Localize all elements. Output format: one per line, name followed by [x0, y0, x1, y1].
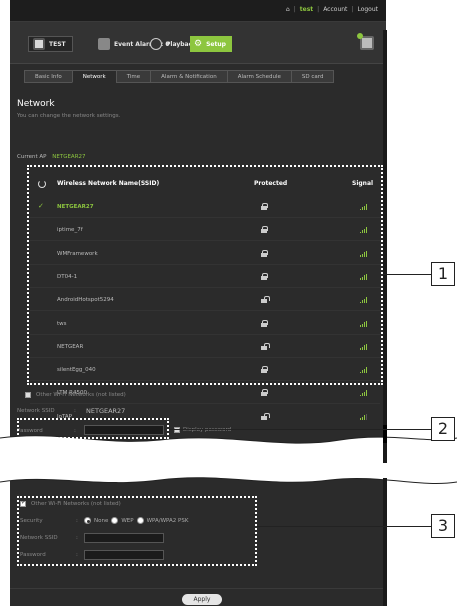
page-title: Network — [17, 99, 55, 109]
user-link[interactable]: test — [300, 6, 313, 13]
callout-line-1 — [383, 274, 431, 275]
camera-status-icon[interactable] — [357, 33, 374, 50]
tab-basic-info[interactable]: Basic Info — [24, 70, 73, 83]
tab-alarm-schedule[interactable]: Alarm Schedule — [226, 70, 292, 83]
logout-link[interactable]: Logout — [357, 6, 378, 13]
password-highlight — [17, 418, 169, 439]
gear-icon: ⚙ — [194, 39, 203, 49]
current-ap: Current AP NETGEAR27 — [17, 154, 86, 160]
lock-icon — [261, 389, 268, 397]
callout-3: 3 — [431, 514, 455, 538]
signal-icon — [360, 390, 367, 397]
home-icon[interactable]: ⌂ — [286, 6, 290, 13]
tab-time[interactable]: Time — [115, 70, 152, 83]
settings-tabs: Basic Info Network Time Alarm & Notifica… — [24, 70, 335, 83]
setup-button[interactable]: ⚙ Setup — [190, 36, 232, 52]
other-networks-option[interactable]: Other Wi-Fi Networks (not listed) — [25, 392, 126, 398]
other-networks-highlight — [17, 496, 257, 566]
scrollbar-thumb[interactable] — [383, 425, 387, 443]
divider — [10, 588, 386, 589]
other-networks-checkbox[interactable] — [25, 392, 31, 398]
callout-1: 1 — [431, 262, 455, 286]
scrollbar-track-lower[interactable] — [383, 478, 387, 606]
network-ssid-label: Network SSID — [17, 408, 55, 414]
page-subtitle: You can change the network settings. — [17, 113, 121, 119]
callout-line-3 — [257, 526, 431, 527]
unlock-icon — [261, 412, 270, 420]
top-bar: ⌂ | test | Account | Logout — [10, 0, 386, 22]
alarm-bell-icon — [98, 38, 110, 50]
main-toolbar: TEST Event Alarms : 0 Playback ⚙ Setup — [10, 22, 386, 64]
callout-2: 2 — [431, 417, 455, 441]
account-link[interactable]: Account — [323, 6, 347, 13]
tab-alarm-notification[interactable]: Alarm & Notification — [150, 70, 228, 83]
signal-icon — [360, 413, 367, 420]
apply-button[interactable]: Apply — [182, 594, 222, 605]
tab-sd-card[interactable]: SD card — [290, 70, 335, 83]
test-button[interactable]: TEST — [28, 36, 73, 52]
tab-network[interactable]: Network — [71, 70, 117, 83]
top-links: ⌂ | test | Account | Logout — [285, 6, 378, 13]
page-break-wave — [0, 435, 457, 485]
camera-icon — [33, 38, 45, 50]
callout-line-2 — [169, 429, 431, 430]
play-icon — [150, 38, 162, 50]
row-divider — [30, 403, 380, 405]
current-ap-value: NETGEAR27 — [52, 154, 86, 160]
network-ssid-value: NETGEAR27 — [86, 407, 126, 415]
network-list-highlight — [27, 165, 383, 385]
scrollbar-track[interactable] — [383, 30, 387, 463]
